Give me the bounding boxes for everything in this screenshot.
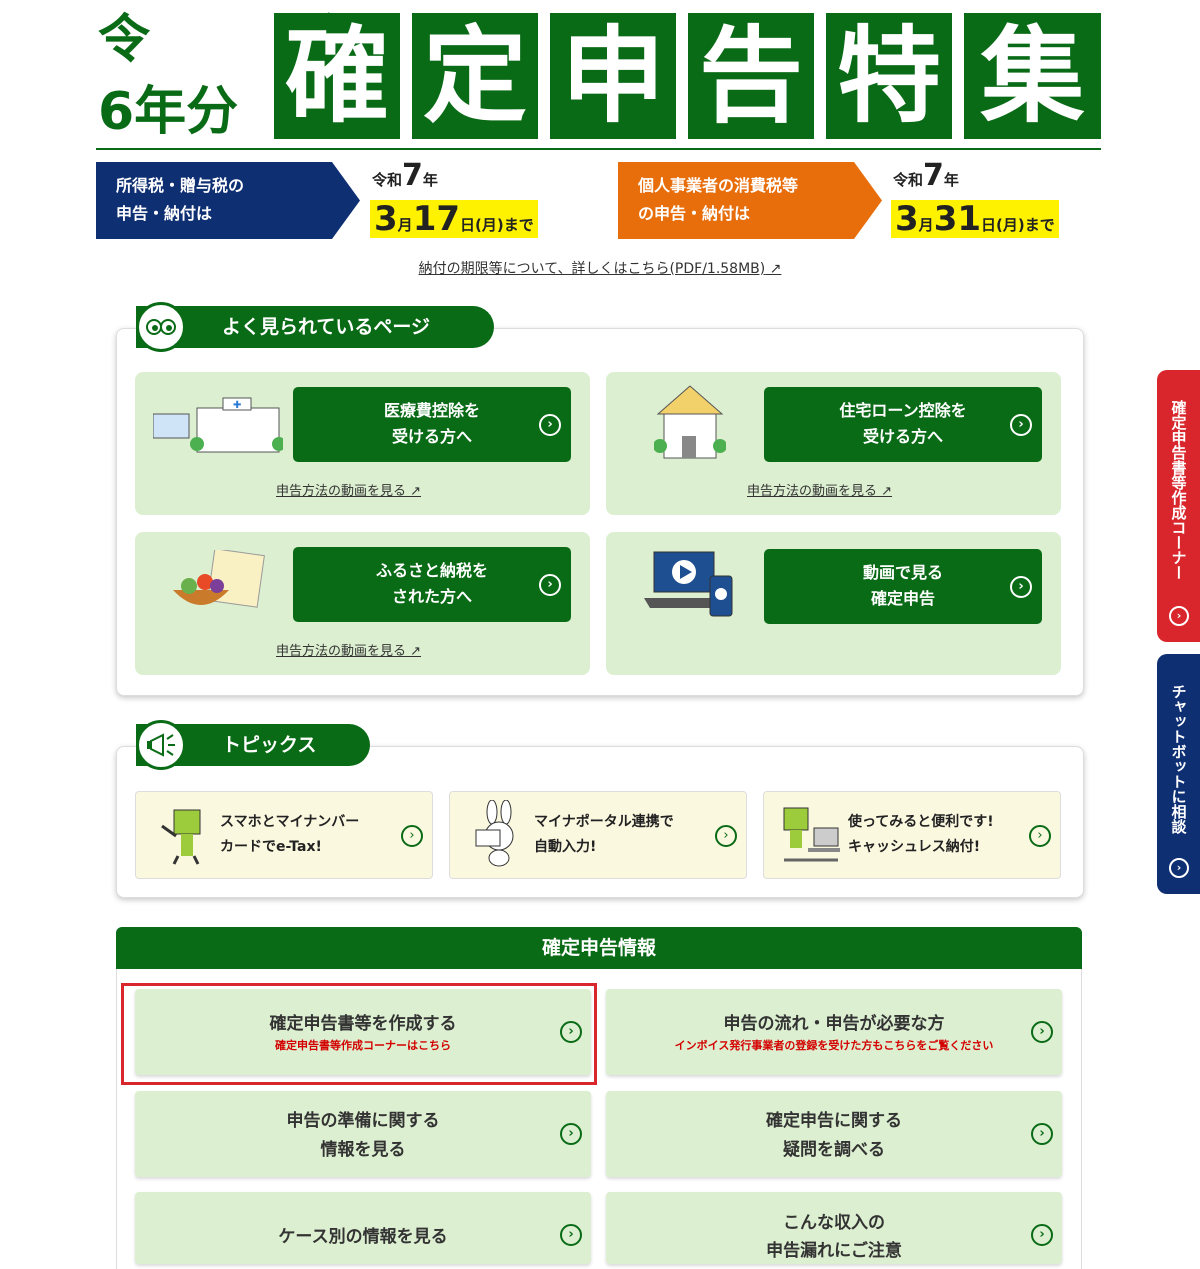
- deadline-year: 令和7年: [893, 158, 959, 193]
- rabbit-mascot-illustration: [475, 800, 514, 867]
- megaphone-icon: [136, 720, 186, 770]
- year-label: 6年分: [98, 82, 239, 142]
- income-tax-deadline-date: 3月17日(月)まで: [370, 200, 538, 238]
- furusato-tax-button[interactable]: ふるさと納税を された方へ ›: [293, 547, 571, 622]
- medical-deduction-button[interactable]: 医療費控除を 受ける方へ ›: [293, 387, 571, 462]
- filing-flow-button[interactable]: 申告の流れ・申告が必要な方 インボイス発行事業者の登録を受けた方もこちらをご覧く…: [606, 989, 1062, 1075]
- deadline-label-line1: 個人事業者の消費税等: [638, 176, 799, 195]
- title-char: 定: [412, 13, 538, 139]
- chevron-right-icon: ›: [1029, 825, 1051, 847]
- chevron-right-icon: ›: [539, 413, 561, 436]
- housing-loan-button[interactable]: 住宅ローン控除を 受ける方へ ›: [764, 387, 1042, 462]
- preparation-info-button[interactable]: 申告の準備に関する 情報を見る ›: [135, 1091, 591, 1177]
- consumption-tax-deadline-date: 3月31日(月)まで: [891, 200, 1059, 238]
- video-guide-button[interactable]: 動画で見る 確定申告 ›: [764, 549, 1042, 624]
- video-link[interactable]: 申告方法の動画を見る ↗: [747, 480, 892, 499]
- laptop-video-icon: [644, 551, 733, 617]
- external-link-icon: ↗: [406, 484, 422, 499]
- external-link-icon: ↗: [765, 261, 782, 277]
- furusato-tax-card: ふるさと納税を された方へ › 申告方法の動画を見る ↗: [135, 532, 590, 675]
- header-divider: [96, 148, 1101, 150]
- chevron-right-icon: ›: [1010, 575, 1032, 598]
- topic-mynaportal[interactable]: マイナポータル連携で 自動入力! ›: [449, 791, 747, 879]
- chevron-right-icon: ›: [1169, 858, 1189, 878]
- chevron-right-icon: ›: [1010, 413, 1032, 436]
- chevron-right-icon: ›: [1169, 606, 1189, 626]
- title-char: 確: [274, 13, 400, 139]
- chevron-right-icon: ›: [1031, 1123, 1053, 1145]
- deadline-label-line1: 所得税・贈与税の: [116, 176, 245, 195]
- unreported-income-button[interactable]: こんな収入の 申告漏れにご注意 ›: [606, 1192, 1062, 1264]
- popular-pages-heading: よく見られているページ: [136, 306, 494, 348]
- topic-smartphone-etax[interactable]: スマホとマイナンバー カードでe-Tax! ›: [135, 791, 433, 879]
- video-link[interactable]: 申告方法の動画を見る ↗: [276, 640, 421, 659]
- hospital-illustration: ✚: [153, 397, 283, 453]
- income-tax-deadline-label: 所得税・贈与税の 申告・納付は: [96, 162, 360, 239]
- payment-deadline-pdf-link[interactable]: 納付の期限等について、詳しくはこちら(PDF/1.58MB) ↗: [0, 258, 1200, 278]
- video-guide-card: 動画で見る 確定申告 ›: [606, 532, 1061, 675]
- chevron-right-icon: ›: [539, 573, 561, 596]
- mascot-phone-illustration: [161, 809, 201, 865]
- house-illustration: [654, 385, 726, 459]
- deadline-label-line2: 申告・納付は: [116, 204, 213, 223]
- external-link-icon: ↗: [406, 644, 422, 659]
- tax-return-info-heading: 確定申告情報: [116, 927, 1082, 969]
- deadline-label-line2: の申告・納付は: [638, 204, 751, 223]
- external-link-icon: ↗: [877, 484, 893, 499]
- video-link[interactable]: 申告方法の動画を見る ↗: [276, 480, 421, 499]
- chevron-right-icon: ›: [1031, 1021, 1053, 1043]
- vegetables-illustration: [173, 550, 265, 608]
- svg-text:✚: ✚: [233, 400, 241, 411]
- eyes-icon: [136, 302, 186, 352]
- topic-cashless-payment[interactable]: 使ってみると便利です! キャッシュレス納付! ›: [763, 791, 1061, 879]
- faq-button[interactable]: 確定申告に関する 疑問を調べる ›: [606, 1091, 1062, 1177]
- side-tab-chatbot[interactable]: チャットボットに相談 ›: [1157, 654, 1200, 894]
- chevron-right-icon: ›: [401, 825, 423, 847]
- consumption-tax-deadline-label: 個人事業者の消費税等 の申告・納付は: [618, 162, 882, 239]
- highlight-box: [121, 983, 597, 1085]
- chevron-right-icon: ›: [560, 1224, 582, 1246]
- housing-loan-card: 住宅ローン控除を 受ける方へ › 申告方法の動画を見る ↗: [606, 372, 1061, 515]
- title-char: 申: [550, 13, 676, 139]
- chevron-right-icon: ›: [560, 1123, 582, 1145]
- mascot-computer-illustration: [783, 807, 840, 862]
- case-info-button[interactable]: ケース別の情報を見る ›: [135, 1192, 591, 1264]
- chevron-right-icon: ›: [1031, 1224, 1053, 1246]
- title-char: 告: [688, 13, 814, 139]
- deadline-year: 令和7年: [372, 158, 438, 193]
- side-tab-tax-return-corner[interactable]: 確定申告書等作成コーナー ›: [1157, 370, 1200, 642]
- title-char: 特: [826, 13, 952, 139]
- medical-deduction-card: ✚ 医療費控除を 受ける方へ › 申告方法の動画を見る ↗: [135, 372, 590, 515]
- title-char: 集: [964, 13, 1101, 139]
- chevron-right-icon: ›: [715, 825, 737, 847]
